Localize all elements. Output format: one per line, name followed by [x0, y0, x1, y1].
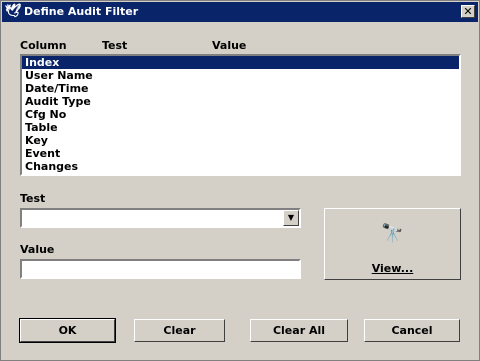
test-label: Test	[20, 192, 46, 205]
close-icon: ✕	[463, 5, 473, 18]
chevron-down-icon: ▼	[287, 213, 295, 222]
list-item[interactable]: User Name	[22, 69, 459, 82]
column-header-column: Column	[20, 39, 67, 52]
define-audit-filter-window: 🕊 Define Audit Filter ✕ Column Test Valu…	[0, 0, 480, 361]
list-item[interactable]: Event	[22, 147, 459, 160]
value-label: Value	[20, 243, 55, 256]
clear-button[interactable]: Clear	[134, 319, 225, 342]
title-bar[interactable]: 🕊 Define Audit Filter ✕	[2, 2, 478, 22]
cancel-button[interactable]: Cancel	[364, 319, 460, 342]
list-item[interactable]: Key	[22, 134, 459, 147]
ok-button[interactable]: OK	[19, 318, 116, 343]
column-header-test: Test	[102, 39, 128, 52]
list-item[interactable]: Changes	[22, 160, 459, 173]
value-input[interactable]	[20, 259, 301, 279]
clear-all-button[interactable]: Clear All	[250, 319, 348, 342]
list-item[interactable]: Table	[22, 121, 459, 134]
binoculars-icon: 🔭	[381, 223, 404, 244]
list-item[interactable]: Date/Time	[22, 82, 459, 95]
dropdown-arrow-button[interactable]: ▼	[283, 210, 299, 226]
view-button[interactable]: 🔭 View...	[324, 208, 461, 280]
view-button-label: View...	[371, 262, 414, 275]
close-button[interactable]: ✕	[461, 5, 475, 18]
window-title: Define Audit Filter	[24, 5, 139, 18]
test-combobox[interactable]: ▼	[20, 208, 301, 228]
list-item[interactable]: Audit Type	[22, 95, 459, 108]
column-listbox[interactable]: Index User Name Date/Time Audit Type Cfg No T…	[20, 54, 461, 176]
column-header-value: Value	[212, 39, 247, 52]
list-item[interactable]: Cfg No	[22, 108, 459, 121]
list-item[interactable]: Index	[22, 56, 459, 69]
app-icon: 🕊	[5, 4, 22, 19]
